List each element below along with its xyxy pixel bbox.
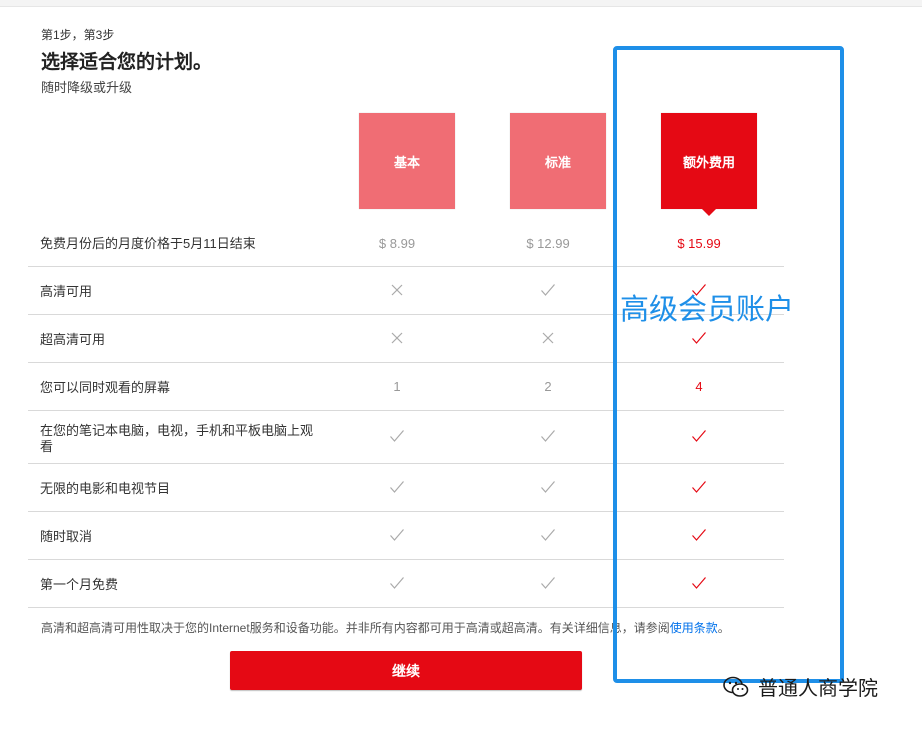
table-row: 无限的电影和电视节目 [28,464,784,512]
check-icon [500,429,596,446]
watermark: 普通人商学院 [722,672,878,701]
row-value: 1 [393,379,401,394]
check-icon [651,576,747,593]
check-icon [651,528,747,545]
plan-page: 第1步，第3步 选择适合您的计划。 随时降级或升级 基本 标准 额外费用 免费月… [0,7,922,732]
plan-premium-button[interactable]: 额外费用 [661,113,757,216]
table-row: 第一个月免费 [28,560,784,608]
check-icon [500,283,596,300]
cross-icon [500,331,596,348]
table-row: 随时取消 [28,512,784,560]
table-row: 在您的笔记本电脑，电视，手机和平板电脑上观看 [28,411,784,464]
table-row: 免费月份后的月度价格于5月11日结束 $ 8.99 $ 12.99 $ 15.99 [28,219,784,267]
page-subtitle: 随时降级或升级 [41,80,133,95]
table-row: 您可以同时观看的屏幕 1 2 4 [28,363,784,411]
row-label: 随时取消 [40,529,93,544]
row-label: 超高清可用 [40,332,106,347]
check-icon [500,480,596,497]
row-label: 无限的电影和电视节目 [40,481,171,496]
page-title: 选择适合您的计划。 [41,52,213,73]
plan-basic-button[interactable]: 基本 [359,113,455,209]
check-icon [349,480,445,497]
plan-standard-button[interactable]: 标准 [510,113,606,209]
check-icon [349,429,445,446]
plan-basic-label: 基本 [393,154,420,170]
check-icon [500,576,596,593]
check-icon [500,528,596,545]
cross-icon [349,283,445,300]
row-value: $ 8.99 [378,236,416,251]
row-label: 免费月份后的月度价格于5月11日结束 [40,236,256,251]
check-icon [651,480,747,497]
watermark-text: 普通人商学院 [758,678,878,700]
row-value: 4 [695,379,703,394]
row-label: 高清可用 [40,284,93,299]
footnote-text: 高清和超高清可用性取决于您的Internet服务和设备功能。并非所有内容都可用于… [41,621,670,635]
footnote: 高清和超高清可用性取决于您的Internet服务和设备功能。并非所有内容都可用于… [41,619,730,636]
check-icon [349,576,445,593]
check-icon [651,331,747,348]
row-label: 您可以同时观看的屏幕 [40,380,171,395]
terms-of-use-link[interactable]: 使用条款 [670,621,718,635]
cross-icon [349,331,445,348]
plan-premium-label: 额外费用 [682,154,735,170]
footnote-end: 。 [717,621,730,635]
row-label: 第一个月免费 [40,577,119,592]
check-icon [349,528,445,545]
plan-standard-label: 标准 [544,154,571,170]
annotation-label: 高级会员账户 [620,294,795,326]
row-value: 2 [544,379,552,394]
row-value: $ 12.99 [526,236,570,251]
wechat-icon [723,676,749,697]
check-icon [651,429,747,446]
step-indicator: 第1步，第3步 [41,28,115,42]
row-value: $ 15.99 [677,236,721,251]
continue-button[interactable]: 继续 [230,651,582,690]
row-label: 在您的笔记本电脑，电视，手机和平板电脑上观看 [40,423,314,454]
